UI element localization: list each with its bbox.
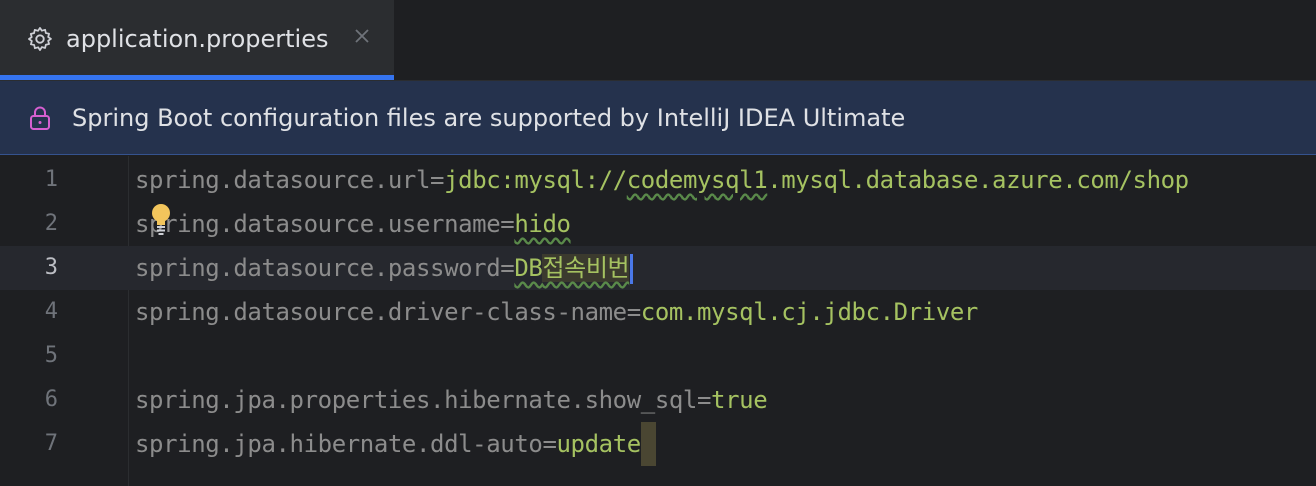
code-line-6[interactable]: 6 spring.jpa.properties.hibernate.show_s… xyxy=(0,378,1316,422)
lightbulb-icon[interactable] xyxy=(148,202,174,236)
line-content: spring.datasource.password=DB접속비번 xyxy=(135,246,634,290)
tab-application-properties[interactable]: application.properties xyxy=(0,0,394,80)
line-number: 5 xyxy=(44,343,58,368)
line-content: spring.jpa.hibernate.ddl-auto=update xyxy=(135,422,656,466)
line-number: 2 xyxy=(44,211,58,236)
code-line-5[interactable]: 5 xyxy=(0,334,1316,378)
property-separator: = xyxy=(542,430,557,458)
close-icon[interactable] xyxy=(352,26,372,46)
property-value: hido xyxy=(514,210,571,238)
active-tab-indicator xyxy=(0,75,394,80)
property-value-part: jdbc:mysql:// xyxy=(444,166,627,194)
property-separator: = xyxy=(626,298,641,326)
editor-tab-bar: application.properties xyxy=(0,0,1316,81)
line-number: 1 xyxy=(44,167,58,192)
line-content: spring.datasource.username=hido xyxy=(135,202,571,246)
property-separator: = xyxy=(500,254,515,282)
property-separator: = xyxy=(430,166,445,194)
banner-message: Spring Boot configuration files are supp… xyxy=(72,104,906,132)
property-separator: = xyxy=(696,386,712,414)
property-value: true xyxy=(711,386,768,414)
line-number: 6 xyxy=(44,387,58,412)
property-key: spring.jpa.hibernate.ddl-auto xyxy=(135,430,543,458)
tab-title: application.properties xyxy=(66,25,329,53)
code-editor[interactable]: 1 spring.datasource.url=jdbc:mysql://cod… xyxy=(0,156,1316,486)
code-line-1[interactable]: 1 spring.datasource.url=jdbc:mysql://cod… xyxy=(0,158,1316,202)
line-number: 3 xyxy=(44,255,58,280)
code-line-2[interactable]: 2 spring.datasource.username=hido xyxy=(0,202,1316,246)
property-value: update xyxy=(556,430,642,458)
property-separator: = xyxy=(500,210,515,238)
gear-icon xyxy=(28,27,52,51)
lock-icon xyxy=(30,106,50,130)
property-key: spring.datasource.url xyxy=(135,166,431,194)
property-value-highlighted: 접속비번 xyxy=(542,254,630,282)
property-key: spring.datasource.username xyxy=(135,210,501,238)
line-content: spring.jpa.properties.hibernate.show_sql… xyxy=(135,378,768,422)
property-key: spring.datasource.password xyxy=(135,254,501,282)
line-content: spring.datasource.driver-class-name=com.… xyxy=(135,290,978,334)
code-line-7[interactable]: 7 spring.jpa.hibernate.ddl-auto=update xyxy=(0,422,1316,466)
property-value-typo: codemysql1 xyxy=(626,166,768,194)
line-number: 7 xyxy=(44,431,58,456)
notification-banner: Spring Boot configuration files are supp… xyxy=(0,81,1316,155)
property-value: com.mysql.cj.jdbc.Driver xyxy=(640,298,979,326)
line-number: 4 xyxy=(44,299,58,324)
code-line-4[interactable]: 4 spring.datasource.driver-class-name=co… xyxy=(0,290,1316,334)
property-key: spring.jpa.properties.hibernate.show_sql xyxy=(135,386,697,414)
property-key: spring.datasource.driver-class-name xyxy=(135,298,627,326)
property-value-part: .mysql.database.azure.com/shop xyxy=(767,166,1189,194)
code-line-3[interactable]: 3 spring.datasource.password=DB접속비번 xyxy=(0,246,1316,290)
bracket-highlight xyxy=(640,422,656,466)
property-value-part: DB xyxy=(514,254,543,282)
text-caret xyxy=(630,254,634,284)
line-content: spring.datasource.url=jdbc:mysql://codem… xyxy=(135,158,1189,202)
